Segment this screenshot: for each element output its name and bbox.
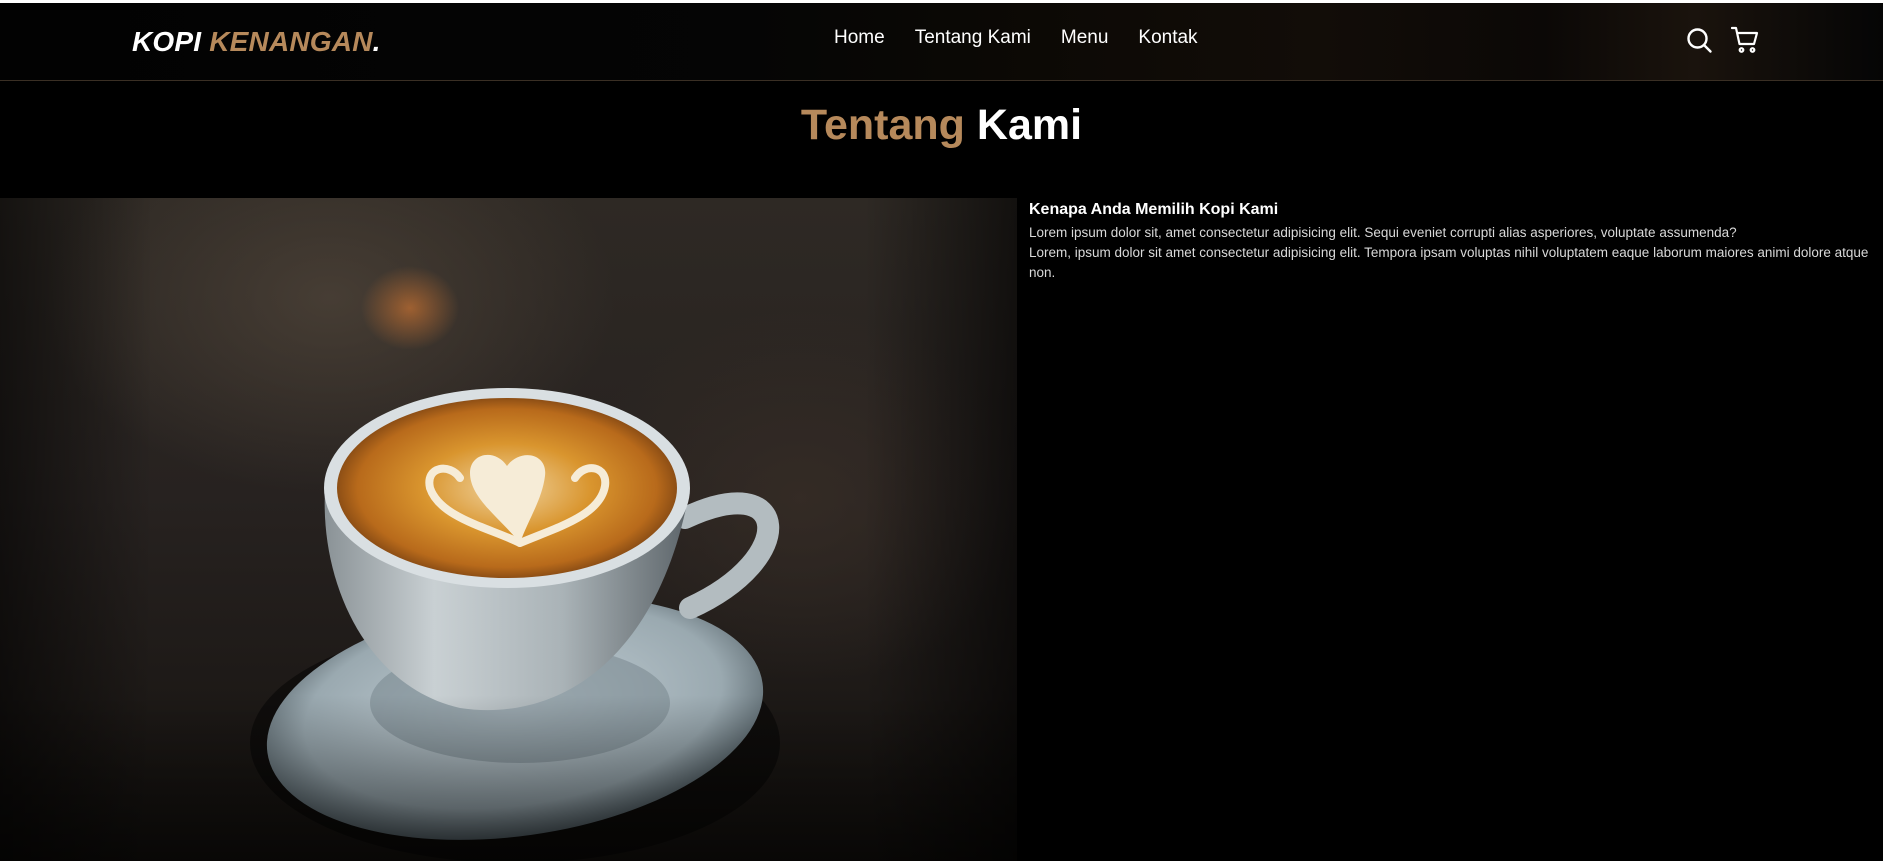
nav-link-tentang-kami[interactable]: Tentang Kami (915, 27, 1031, 49)
cart-icon[interactable] (1730, 26, 1759, 54)
navbar: KOPI KENANGAN. Home Tentang Kami Menu Ko… (0, 3, 1883, 81)
about-content: Kenapa Anda Memilih Kopi Kami Lorem ipsu… (1029, 201, 1874, 283)
coffee-photo (0, 198, 1017, 861)
about-paragraph-2: Lorem, ipsum dolor sit amet consectetur … (1029, 245, 1869, 280)
coffee-cup-illustration (250, 388, 780, 861)
nav-link-menu[interactable]: Menu (1061, 27, 1109, 49)
section-title-rest: Kami (976, 101, 1083, 149)
nav-link-kontak[interactable]: Kontak (1138, 27, 1197, 49)
section-title-accent: Tentang (800, 101, 965, 149)
brand-logo[interactable]: KOPI KENANGAN. (132, 26, 381, 58)
brand-name-part2: KENANGAN (209, 26, 373, 57)
brand-dot: . (372, 26, 381, 57)
search-icon[interactable] (1685, 26, 1713, 54)
nav-link-home[interactable]: Home (834, 27, 885, 49)
nav-links: Home Tentang Kami Menu Kontak (834, 27, 1198, 49)
about-paragraph-1: Lorem ipsum dolor sit, amet consectetur … (1029, 225, 1737, 240)
brand-name-part1: KOPI (132, 26, 202, 57)
about-heading: Kenapa Anda Memilih Kopi Kami (1029, 201, 1279, 218)
section-title: Tentang Kami (0, 101, 1883, 150)
nav-icons (1685, 26, 1759, 54)
